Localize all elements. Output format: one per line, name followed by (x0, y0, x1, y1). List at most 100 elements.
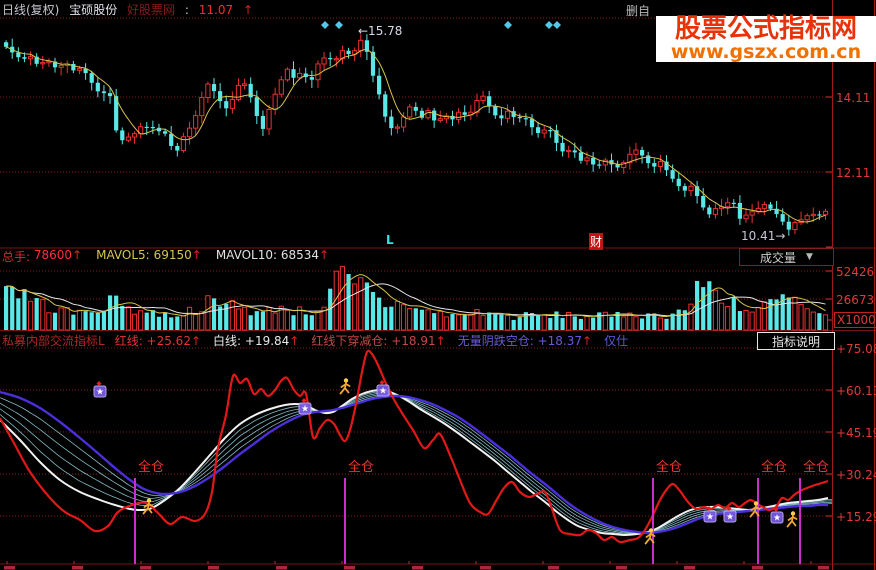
volume-bar-down (462, 314, 467, 330)
diamond-marker-icon (545, 21, 553, 29)
candle-body-down (523, 118, 528, 120)
candle-body-down (370, 51, 376, 76)
volume-bar-up (633, 316, 639, 331)
volume-bar-up (718, 302, 725, 331)
volume-bar-down (10, 286, 15, 330)
candle-body-up (333, 58, 339, 61)
full-position-label: 全仓 (656, 460, 683, 475)
candle-body-down (578, 152, 584, 161)
volume-bar-down (572, 316, 577, 330)
volume-bar-up (199, 311, 205, 331)
inline-watermark: 好股票网 (127, 3, 176, 17)
clipped-date-label (72, 566, 83, 570)
indicator-title: 私募内部交流指标L (2, 334, 105, 348)
volume-bar-down (211, 298, 217, 330)
volume-type-label: 成交量 (760, 250, 797, 265)
indicator-help-button[interactable]: 指标说明 (757, 332, 835, 350)
volume-bar-down (16, 298, 21, 330)
volume-bar-down (487, 312, 492, 330)
mavol10-label: MAVOL10: (215, 248, 278, 262)
volume-bar-down (652, 313, 657, 330)
clipped-date-label (684, 566, 695, 570)
indicator-axis-label: +30.24 (836, 468, 876, 482)
candle-body-down (150, 126, 155, 129)
volume-bar-down (248, 315, 253, 330)
watermark-card: 股票公式指标网 www.gszx.com.cn (656, 16, 876, 62)
candle-body-up (657, 161, 664, 168)
candle-body-down (768, 204, 773, 209)
candle-body-up (46, 61, 52, 64)
runner-marker-icon (786, 511, 798, 528)
candle-body-up (584, 157, 590, 162)
volume-bar-down (156, 316, 162, 330)
volume-bar-down (120, 305, 125, 330)
candle-body-up (394, 126, 401, 129)
candle-body-up (199, 97, 205, 117)
cai-badge: 财 (589, 233, 604, 250)
low-price-annotation: 10.41→ (741, 229, 786, 243)
volume-bar-down (370, 291, 376, 330)
volume-bar-down (383, 307, 388, 330)
volume-bar-down (22, 289, 27, 330)
watermark-url: www.gszx.com.cn (670, 41, 862, 63)
indicator-axis-label: +45.19 (836, 426, 876, 440)
volume-bar-down (254, 311, 259, 330)
full-position-label: 全仓 (138, 460, 165, 475)
runner-marker-icon (339, 378, 351, 395)
candle-body-down (591, 157, 596, 165)
volume-bar-down (52, 312, 58, 330)
app-window: ★ ★ ★ ★ ★ ★ 日线(复权) 宝硕股份 好股票网 : 11.07 ↑ 删自 股票公… (0, 0, 876, 570)
candle-body-down (432, 110, 437, 121)
volume-bar-down (786, 297, 791, 330)
diamond-marker-icon (504, 21, 512, 29)
candle-body-down (309, 77, 314, 80)
candle-body-down (89, 73, 94, 83)
candle-body-up (40, 62, 46, 65)
chevron-down-icon[interactable]: ▼ (806, 252, 813, 262)
volume-bar-down (389, 306, 394, 330)
candle-body-up (76, 68, 83, 71)
candle-body-down (536, 127, 541, 134)
candle-body-up (633, 149, 639, 155)
candle-body-down (383, 94, 388, 117)
volume-bar-up (394, 300, 401, 331)
indicator-reading: 白线: +19.84↑ (213, 334, 300, 348)
candle-body-down (328, 58, 333, 60)
price-ma5-line (5, 46, 826, 223)
volume-bar-down (548, 317, 553, 330)
candle-body-up (27, 56, 34, 60)
indicator-axis-label: +60.13 (836, 384, 876, 398)
volume-type-dropdown[interactable]: 成交量 ▼ (739, 248, 834, 266)
candle-body-down (450, 115, 455, 120)
volume-bar-down (419, 309, 425, 330)
volume-bar-up (186, 306, 193, 331)
volume-bar-down (639, 318, 645, 330)
volume-bar-up (443, 316, 449, 331)
volume-bar-up (657, 317, 664, 331)
candle-body-down (462, 112, 467, 115)
volume-bar-down (169, 317, 174, 330)
volume-bar-down (309, 315, 314, 330)
indicator-reading: 无量阴跌空仓: +18.37↑ (457, 334, 593, 348)
star-glyph: ★ (726, 513, 734, 523)
volume-bar-up (792, 296, 798, 331)
star-glyph: ★ (96, 388, 104, 398)
volume-bar-down (731, 297, 736, 330)
volume-bar-up (27, 300, 34, 331)
candle-body-down (493, 106, 498, 116)
volume-bar-down (101, 310, 107, 330)
clipped-date-label (276, 566, 287, 570)
volume-axis-label: 52426 (836, 265, 875, 279)
volume-bar-down (83, 311, 88, 330)
candle-body-up (480, 95, 486, 102)
candle-body-down (346, 50, 351, 55)
candle-body-down (670, 170, 675, 179)
candle-body-down (95, 82, 100, 92)
volume-bar-down (413, 308, 418, 330)
letter-mark: L (386, 233, 394, 247)
price-separator: : (184, 3, 189, 17)
volume-bar-up (822, 314, 829, 331)
volume-bar-up (621, 316, 627, 331)
volume-bar-down (493, 314, 498, 330)
candle-body-up (272, 93, 278, 110)
